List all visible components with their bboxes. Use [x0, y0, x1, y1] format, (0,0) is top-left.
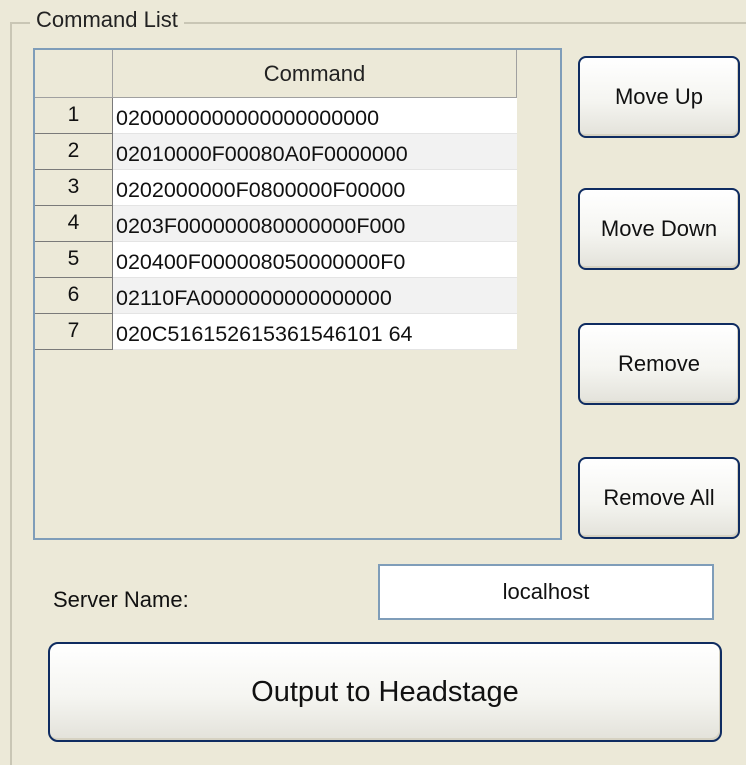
row-number[interactable]: 5: [35, 242, 113, 278]
row-number[interactable]: 3: [35, 170, 113, 206]
remove-button[interactable]: Remove: [578, 323, 740, 405]
column-header-command[interactable]: Command: [113, 50, 517, 98]
move-up-button[interactable]: Move Up: [578, 56, 740, 138]
group-box-border-left: [10, 22, 12, 765]
row-number[interactable]: 1: [35, 98, 113, 134]
command-list-panel: Command List Command 1 02000000000000000…: [0, 0, 746, 765]
move-down-button[interactable]: Move Down: [578, 188, 740, 270]
row-number[interactable]: 2: [35, 134, 113, 170]
output-to-headstage-button[interactable]: Output to Headstage: [48, 642, 722, 742]
row-number[interactable]: 4: [35, 206, 113, 242]
server-name-input[interactable]: [378, 564, 714, 620]
command-cell[interactable]: 020C516152615361546101 64: [113, 314, 517, 350]
row-number[interactable]: 6: [35, 278, 113, 314]
remove-all-button[interactable]: Remove All: [578, 457, 740, 539]
command-cell[interactable]: 02010000F00080A0F0000000: [113, 134, 517, 170]
row-number[interactable]: 7: [35, 314, 113, 350]
server-name-label: Server Name:: [53, 587, 189, 612]
grid-header-corner: [35, 50, 113, 98]
command-cell[interactable]: 020400F000008050000000F0: [113, 242, 517, 278]
command-cell[interactable]: 0202000000F0800000F00000: [113, 170, 517, 206]
command-cell[interactable]: 0203F000000080000000F000: [113, 206, 517, 242]
command-grid[interactable]: Command 1 0200000000000000000000 2 02010…: [33, 48, 562, 540]
command-cell[interactable]: 02110FA0000000000000000: [113, 278, 517, 314]
group-box-title: Command List: [30, 6, 184, 34]
command-cell[interactable]: 0200000000000000000000: [113, 98, 517, 134]
